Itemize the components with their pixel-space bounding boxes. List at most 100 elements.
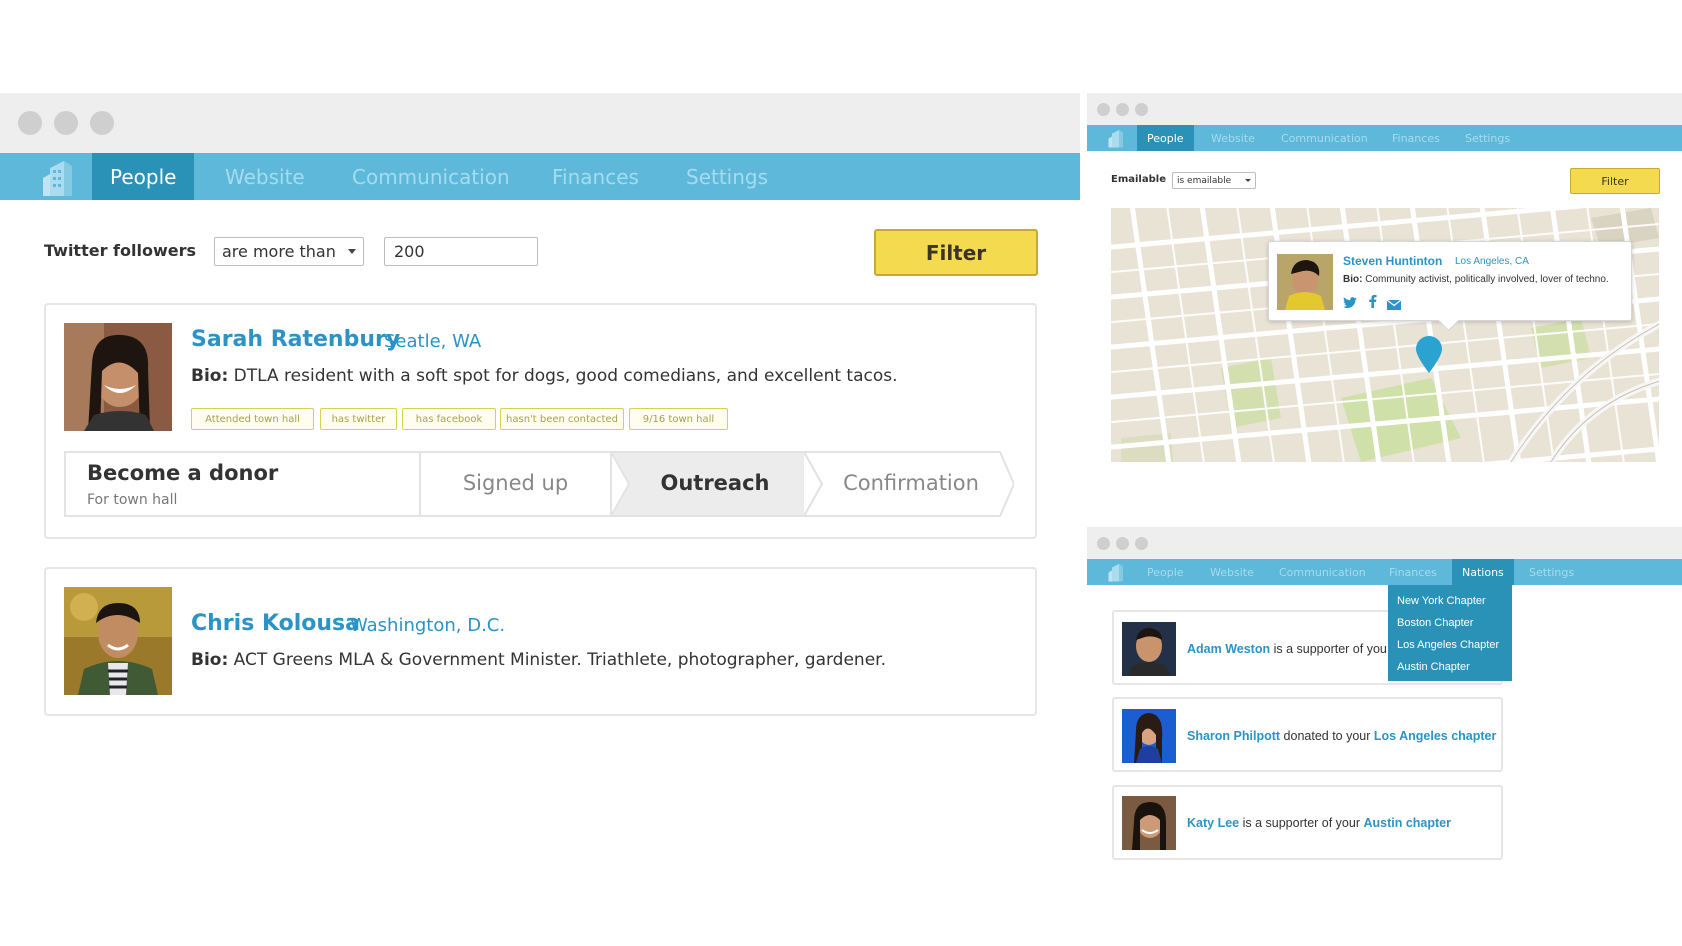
email-icon[interactable]	[1386, 295, 1402, 310]
pipeline-subtitle: For town hall	[87, 492, 178, 508]
popup-location[interactable]: Los Angeles, CA	[1455, 256, 1529, 267]
bio-label: Bio:	[191, 366, 229, 386]
nav-tab-finances[interactable]: Finances	[1389, 559, 1437, 585]
window-minimize-button[interactable]	[54, 111, 78, 135]
filter-operator-value: are more than	[222, 242, 336, 261]
filter-operator-select[interactable]: are more than	[214, 237, 364, 266]
filter-value-text: 200	[394, 242, 425, 261]
window-titlebar	[1087, 527, 1682, 559]
nav-tab-website[interactable]: Website	[225, 153, 305, 200]
map-filter-button[interactable]: Filter	[1570, 168, 1660, 194]
building-logo-icon[interactable]	[1107, 562, 1125, 582]
person-bio: Bio: DTLA resident with a soft spot for …	[191, 366, 898, 386]
main-navbar: People Website Communication Finances Se…	[0, 153, 1080, 200]
avatar	[64, 323, 172, 431]
avatar	[1122, 709, 1176, 763]
feed-text: Adam Weston is a supporter of you	[1187, 642, 1387, 656]
nav-tab-communication[interactable]: Communication	[1279, 559, 1366, 585]
person-name[interactable]: Chris Kolousa	[191, 611, 360, 636]
nav-tab-nations[interactable]: Nations	[1452, 559, 1514, 585]
map-navbar: People Website Communication Finances Se…	[1087, 125, 1682, 151]
dropdown-item-austin[interactable]: Austin Chapter	[1397, 661, 1470, 673]
nav-tab-website[interactable]: Website	[1210, 559, 1254, 585]
avatar	[1277, 254, 1333, 310]
nations-dropdown-menu: New York Chapter Boston Chapter Los Ange…	[1388, 585, 1512, 681]
map-popup: Steven Huntinton Los Angeles, CA Bio: Co…	[1268, 241, 1632, 332]
window-maximize-button[interactable]	[1135, 103, 1148, 116]
pipeline-step-outreach[interactable]: Outreach	[620, 471, 810, 495]
nav-tab-settings[interactable]: Settings	[1465, 125, 1510, 151]
pipeline: Become a donor For town hall Signed up O…	[64, 451, 1014, 517]
window-maximize-button[interactable]	[90, 111, 114, 135]
feed-person-link[interactable]: Adam Weston	[1187, 642, 1270, 656]
bio-text: Community activist, politically involved…	[1365, 274, 1609, 285]
window-titlebar	[0, 93, 1080, 153]
nav-tab-people[interactable]: People	[1137, 125, 1194, 151]
filter-value-input[interactable]: 200	[384, 237, 538, 266]
window-close-button[interactable]	[18, 111, 42, 135]
feed-action: is a supporter of you	[1270, 642, 1387, 656]
emailable-operator-select[interactable]: is emailable	[1172, 172, 1256, 189]
bio-text: DTLA resident with a soft spot for dogs,…	[233, 366, 898, 386]
person-location[interactable]: Seatle, WA	[384, 331, 481, 352]
filter-field-label: Twitter followers	[44, 241, 196, 260]
avatar	[1122, 796, 1176, 850]
bio-text: ACT Greens MLA & Government Minister. Tr…	[233, 650, 886, 670]
person-bio: Bio: ACT Greens MLA & Government Ministe…	[191, 650, 886, 670]
dropdown-item-boston[interactable]: Boston Chapter	[1397, 617, 1473, 629]
avatar	[64, 587, 172, 695]
bio-label: Bio:	[191, 650, 229, 670]
feed-action: donated to your	[1280, 729, 1374, 743]
window-minimize-button[interactable]	[1116, 537, 1129, 550]
map-marker-icon[interactable]	[1416, 336, 1442, 374]
feed-text: Sharon Philpott donated to your Los Ange…	[1187, 729, 1496, 743]
popup-bio: Bio: Community activist, politically inv…	[1343, 274, 1609, 285]
window-minimize-button[interactable]	[1116, 103, 1129, 116]
tag-badge[interactable]: has facebook	[402, 408, 496, 430]
nav-tab-settings[interactable]: Settings	[686, 153, 768, 200]
nav-tab-communication[interactable]: Communication	[1281, 125, 1368, 151]
tag-badge[interactable]: Attended town hall	[191, 408, 314, 430]
feed-text: Katy Lee is a supporter of your Austin c…	[1187, 816, 1451, 830]
filter-button[interactable]: Filter	[874, 229, 1038, 276]
window-close-button[interactable]	[1097, 103, 1110, 116]
window-close-button[interactable]	[1097, 537, 1110, 550]
pipeline-step-signed-up[interactable]: Signed up	[420, 471, 611, 495]
nav-tab-settings[interactable]: Settings	[1529, 559, 1574, 585]
person-name[interactable]: Sarah Ratenbury	[191, 327, 400, 352]
nav-tab-people[interactable]: People	[92, 153, 195, 200]
person-card	[44, 567, 1037, 716]
nav-tab-communication[interactable]: Communication	[352, 153, 510, 200]
emailable-filter-label: Emailable	[1111, 174, 1166, 185]
dropdown-item-los-angeles[interactable]: Los Angeles Chapter	[1397, 639, 1499, 651]
tag-badge[interactable]: has twitter	[320, 408, 397, 430]
window-maximize-button[interactable]	[1135, 537, 1148, 550]
feed-person-link[interactable]: Katy Lee	[1187, 816, 1239, 830]
dropdown-item-new-york[interactable]: New York Chapter	[1397, 595, 1486, 607]
chevron-down-icon	[348, 249, 356, 254]
building-logo-icon[interactable]	[1107, 128, 1125, 148]
tag-badge[interactable]: 9/16 town hall	[629, 408, 728, 430]
building-logo-icon[interactable]	[40, 158, 76, 196]
nav-tab-people[interactable]: People	[1147, 559, 1184, 585]
chevron-down-icon	[1245, 179, 1251, 182]
bio-label: Bio:	[1343, 274, 1363, 285]
person-location[interactable]: Washington, D.C.	[350, 615, 505, 636]
nav-tab-website[interactable]: Website	[1211, 125, 1255, 151]
feed-person-link[interactable]: Sharon Philpott	[1187, 729, 1280, 743]
twitter-icon[interactable]	[1343, 294, 1357, 309]
window-titlebar	[1087, 93, 1682, 125]
popup-name[interactable]: Steven Huntinton	[1343, 254, 1442, 268]
feed-chapter-link[interactable]: Austin chapter	[1363, 816, 1451, 830]
facebook-icon[interactable]	[1368, 293, 1377, 308]
pipeline-step-confirmation[interactable]: Confirmation	[816, 471, 1006, 495]
nations-navbar: People Website Communication Finances Na…	[1087, 559, 1682, 585]
nav-tab-finances[interactable]: Finances	[552, 153, 639, 200]
feed-action: is a supporter of your	[1239, 816, 1364, 830]
feed-chapter-link[interactable]: Los Angeles chapter	[1374, 729, 1497, 743]
nav-tab-finances[interactable]: Finances	[1392, 125, 1440, 151]
emailable-operator-value: is emailable	[1177, 175, 1232, 186]
tag-badge[interactable]: hasn't been contacted	[500, 408, 624, 430]
avatar	[1122, 622, 1176, 676]
pipeline-title: Become a donor	[87, 461, 279, 485]
